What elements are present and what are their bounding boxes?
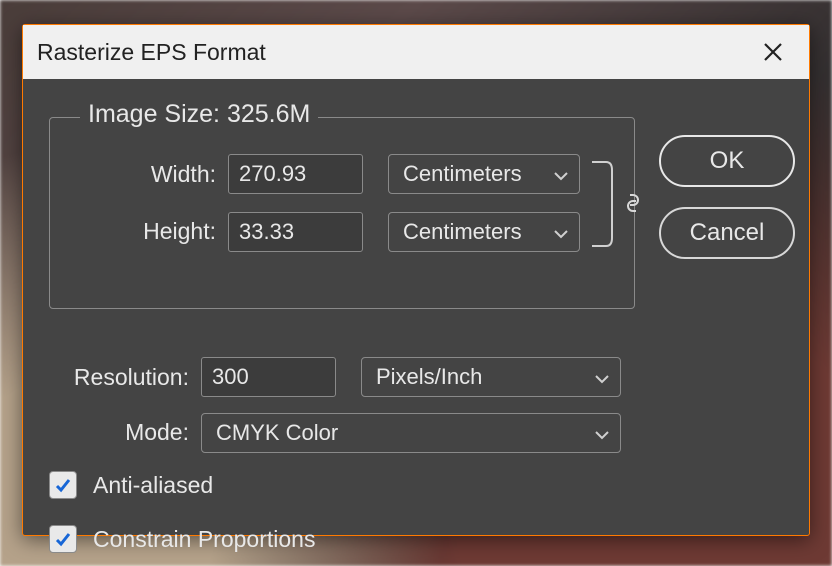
constrain-proportions-label: Constrain Proportions xyxy=(93,526,315,553)
image-size-value: 325.6M xyxy=(227,100,310,128)
check-icon xyxy=(54,476,72,494)
constrain-link-icon[interactable] xyxy=(620,190,650,220)
image-size-legend: Image Size: 325.6M xyxy=(80,100,318,129)
cancel-button-label: Cancel xyxy=(690,219,765,247)
width-label: Width: xyxy=(50,161,216,188)
dimension-link-bracket xyxy=(590,158,618,250)
height-unit-select[interactable]: Centimeters xyxy=(388,212,580,252)
anti-aliased-row[interactable]: Anti-aliased xyxy=(49,471,213,499)
image-size-group: Image Size: 325.6M Width: Centimeters He… xyxy=(49,117,635,309)
dialog-titlebar: Rasterize EPS Format xyxy=(23,25,809,79)
resolution-unit-select[interactable]: Pixels/Inch xyxy=(361,357,621,397)
anti-aliased-label: Anti-aliased xyxy=(93,472,213,499)
cancel-button[interactable]: Cancel xyxy=(659,207,795,259)
constrain-proportions-row[interactable]: Constrain Proportions xyxy=(49,525,315,553)
chevron-down-icon xyxy=(594,420,610,446)
anti-aliased-checkbox[interactable] xyxy=(49,471,77,499)
chevron-down-icon xyxy=(594,364,610,390)
height-input[interactable] xyxy=(228,212,363,252)
resolution-label: Resolution: xyxy=(13,364,189,391)
rasterize-eps-dialog: Rasterize EPS Format Image Size: 325.6M … xyxy=(22,24,810,536)
dialog-body: Image Size: 325.6M Width: Centimeters He… xyxy=(23,79,809,535)
chevron-down-icon xyxy=(553,219,569,245)
width-unit-value: Centimeters xyxy=(403,161,522,187)
image-size-label: Image Size: xyxy=(88,100,220,128)
mode-select[interactable]: CMYK Color xyxy=(201,413,621,453)
width-input[interactable] xyxy=(228,154,363,194)
check-icon xyxy=(54,530,72,548)
width-unit-select[interactable]: Centimeters xyxy=(388,154,580,194)
chevron-down-icon xyxy=(553,161,569,187)
resolution-unit-value: Pixels/Inch xyxy=(376,364,482,390)
mode-label: Mode: xyxy=(13,419,189,446)
ok-button-label: OK xyxy=(710,147,745,175)
mode-value: CMYK Color xyxy=(216,420,338,446)
resolution-input[interactable] xyxy=(201,357,336,397)
close-icon xyxy=(762,41,784,63)
height-unit-value: Centimeters xyxy=(403,219,522,245)
close-button[interactable] xyxy=(759,38,787,66)
height-label: Height: xyxy=(50,218,216,245)
dialog-title: Rasterize EPS Format xyxy=(37,39,266,66)
ok-button[interactable]: OK xyxy=(659,135,795,187)
constrain-proportions-checkbox[interactable] xyxy=(49,525,77,553)
